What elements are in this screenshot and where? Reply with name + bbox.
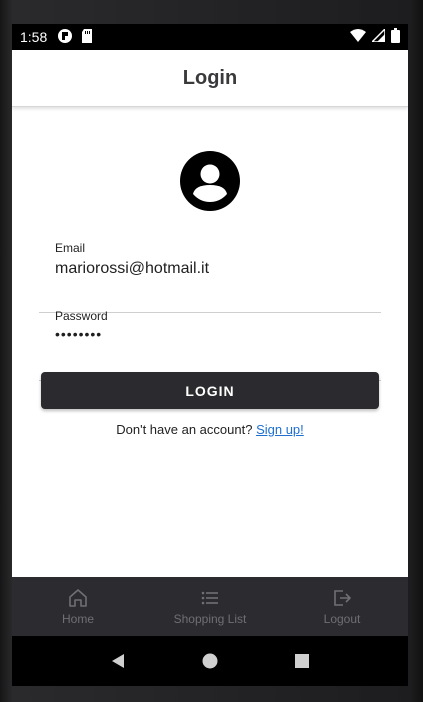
recents-icon[interactable] (287, 646, 317, 676)
account-circle-icon (180, 151, 240, 211)
page-title: Login (182, 66, 238, 89)
home-icon (69, 589, 87, 607)
password-input[interactable]: •••••••• (55, 326, 381, 342)
battery-icon (391, 28, 400, 46)
logout-icon (334, 590, 351, 606)
nav-item-shopping-list[interactable]: Shopping List (144, 577, 276, 636)
login-form: Email mariorossi@hotmail.it Password •••… (12, 108, 408, 577)
nav-item-logout[interactable]: Logout (276, 577, 408, 636)
wifi-icon (350, 29, 366, 45)
login-button[interactable]: LOGIN (41, 372, 379, 409)
list-icon (201, 591, 218, 605)
signup-link[interactable]: Sign up! (256, 422, 304, 437)
signup-prompt-row: Don't have an account? Sign up! (12, 422, 408, 437)
email-label: Email (55, 241, 86, 255)
nav-label-logout: Logout (323, 612, 361, 626)
system-navigation-bar (12, 636, 408, 686)
nav-label-shopping-list: Shopping List (173, 612, 247, 626)
password-field[interactable]: Password •••••••• (39, 309, 381, 381)
status-indicators (350, 27, 400, 46)
nav-label-home: Home (61, 612, 94, 626)
notification-app-icon (57, 28, 73, 47)
signup-prompt-text: Don't have an account? (116, 422, 253, 437)
status-bar: 1:58 (12, 24, 408, 50)
password-label: Password (55, 309, 108, 323)
bottom-navigation: Home Shopping List Logout (12, 577, 408, 636)
signal-icon (370, 27, 386, 45)
sd-card-icon (81, 28, 93, 46)
email-input[interactable]: mariorossi@hotmail.it (55, 260, 381, 278)
email-field[interactable]: Email mariorossi@hotmail.it (39, 241, 381, 313)
app-bar: Login (12, 50, 408, 107)
nav-item-home[interactable]: Home (12, 577, 144, 636)
home-circle-icon[interactable] (195, 646, 225, 676)
status-time: 1:58 (20, 29, 48, 45)
phone-screen: 1:58 Login Email mariorossi@hotmail.it P… (12, 24, 408, 686)
back-icon[interactable] (103, 646, 133, 676)
